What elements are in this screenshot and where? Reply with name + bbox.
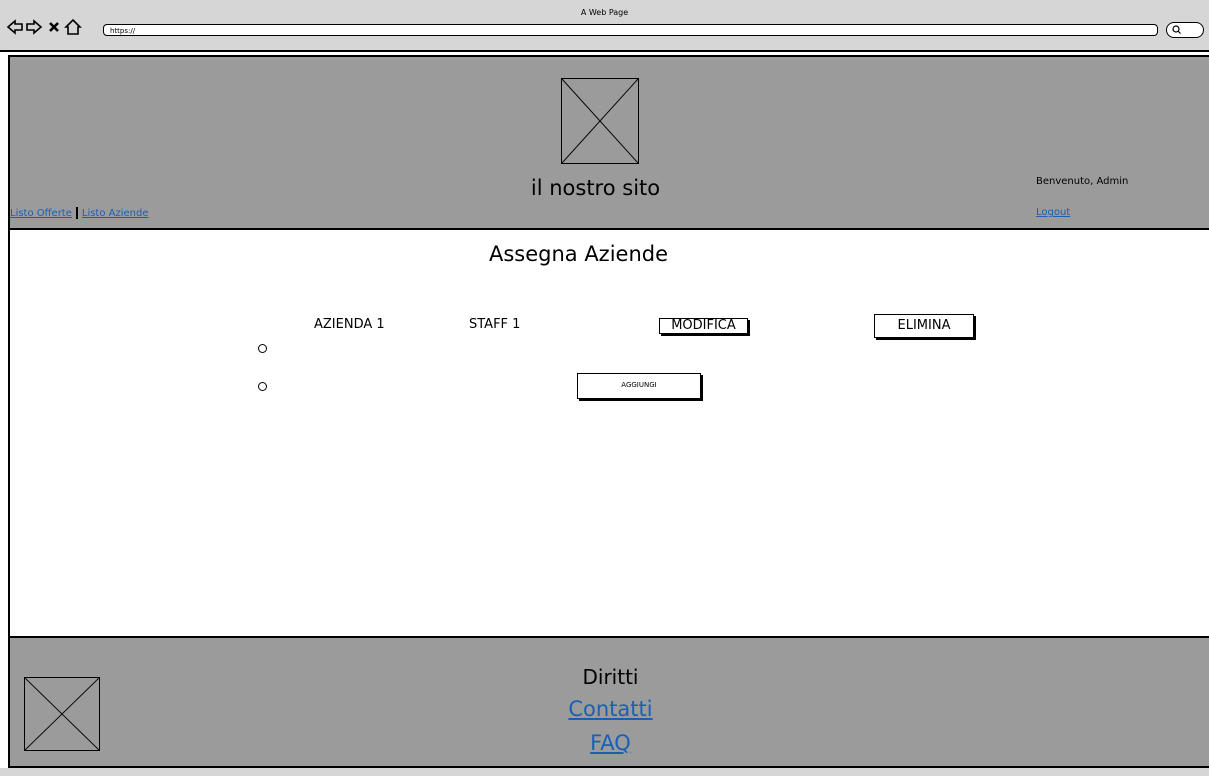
site-name: il nostro sito: [530, 176, 661, 200]
image-placeholder-icon: [561, 78, 639, 164]
search-button[interactable]: [1166, 22, 1204, 38]
close-icon[interactable]: [45, 18, 63, 36]
welcome-text: Benvenuto, Admin: [1036, 176, 1129, 187]
browser-chrome: A Web Page https://: [0, 0, 1209, 52]
logout-link[interactable]: Logout: [1036, 207, 1070, 218]
page-title: Assegna Aziende: [488, 242, 669, 266]
elimina-button[interactable]: ELIMINA: [874, 314, 974, 338]
site-footer: Diritti Contatti FAQ: [8, 636, 1209, 768]
window-title: A Web Page: [580, 8, 629, 17]
staff-cell: STAFF 1: [469, 317, 521, 332]
home-icon[interactable]: [64, 18, 82, 36]
row-radio[interactable]: [258, 344, 267, 353]
azienda-cell: AZIENDA 1: [314, 317, 385, 332]
nav-links: Listo Offerte Listo Aziende: [10, 207, 149, 219]
modifica-button[interactable]: MODIFICA: [659, 318, 748, 334]
nav-separator: [75, 207, 78, 219]
footer-diritti: Diritti: [582, 665, 639, 689]
page-border: [8, 230, 10, 636]
nav-link-aziende[interactable]: Listo Aziende: [82, 208, 149, 219]
new-row-radio[interactable]: [258, 382, 267, 391]
status-bar: [0, 768, 1209, 776]
site-header: il nostro sito Benvenuto, Admin Logout L…: [8, 55, 1209, 230]
nav-link-offerte[interactable]: Listo Offerte: [10, 208, 72, 219]
back-icon[interactable]: [6, 18, 24, 36]
url-input[interactable]: https://: [103, 24, 1158, 36]
footer-contatti-link[interactable]: Contatti: [568, 697, 652, 721]
search-icon: [1172, 25, 1181, 34]
aggiungi-button[interactable]: AGGIUNGI: [577, 373, 701, 399]
footer-faq-link[interactable]: FAQ: [590, 731, 631, 755]
forward-icon[interactable]: [25, 18, 43, 36]
